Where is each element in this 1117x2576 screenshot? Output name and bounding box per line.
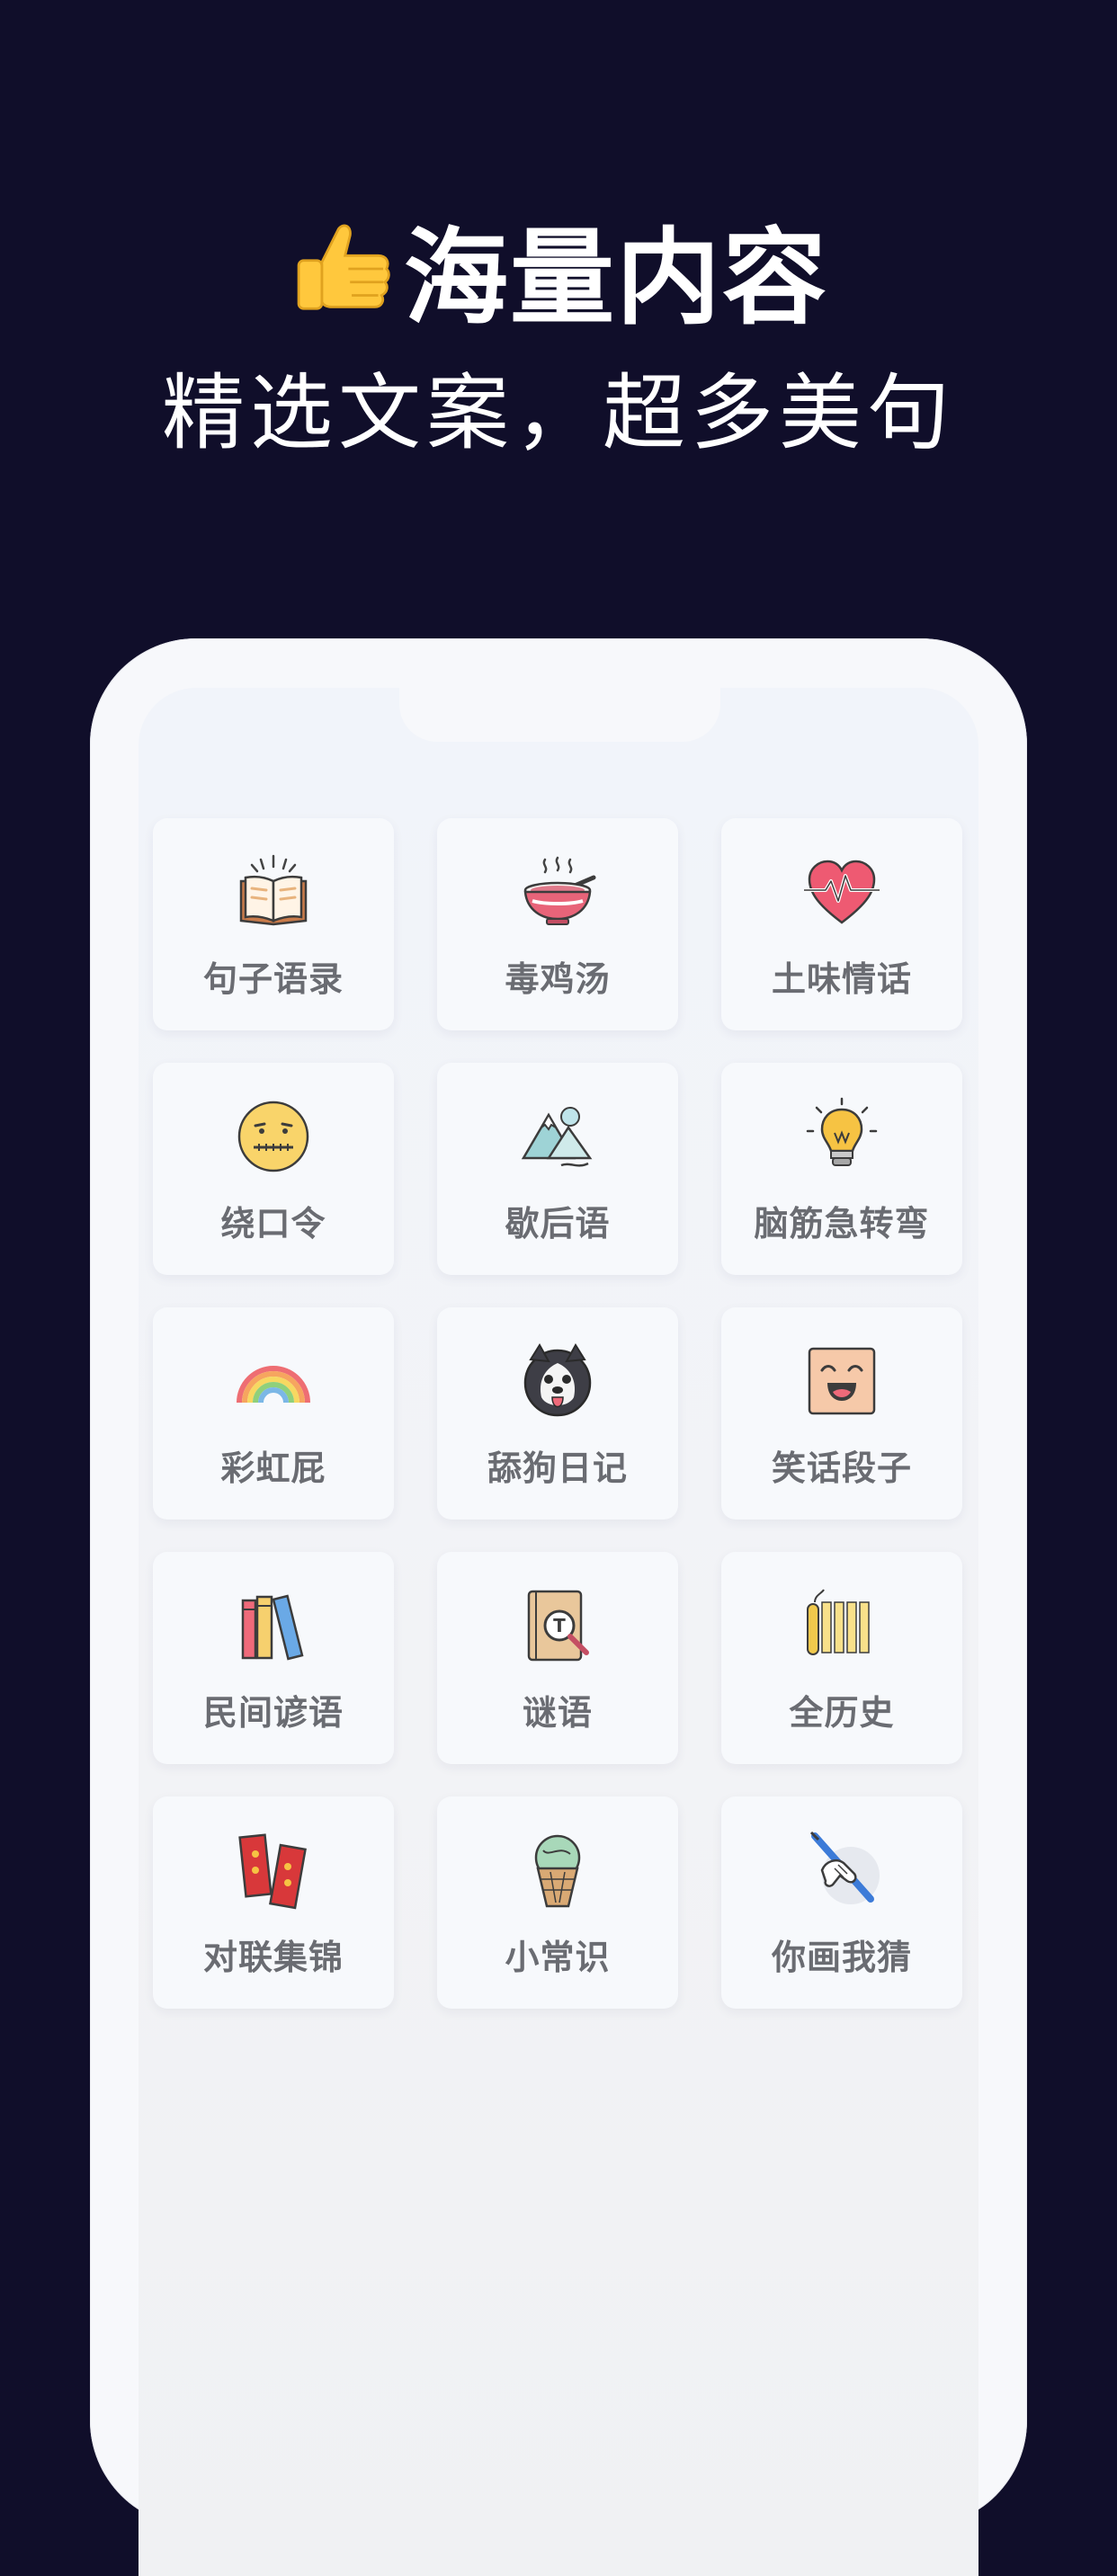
ice-cream-icon: [518, 1831, 597, 1910]
mountain-icon: [518, 1097, 597, 1176]
bamboo-scroll-icon: [802, 1586, 881, 1665]
thumbs-up-icon: [289, 216, 395, 322]
category-label: 你画我猜: [771, 1938, 912, 1977]
category-label: 彩虹屁: [220, 1448, 326, 1488]
category-label: 脑筋急转弯: [754, 1204, 930, 1243]
category-card-poison-soup[interactable]: 毒鸡汤: [437, 818, 678, 1030]
category-card-sentences[interactable]: 句子语录: [153, 818, 394, 1030]
phone-mockup: 句子语录 毒鸡汤 土味情话 绕口令 歇后语 脑筋急转弯 彩虹屁 舔狗日记 笑话段…: [90, 638, 1027, 2576]
category-card-xiehouyu[interactable]: 歇后语: [437, 1063, 678, 1275]
page-title: 海量内容: [404, 218, 828, 339]
category-label: 全历史: [789, 1693, 895, 1733]
category-label: 舔狗日记: [487, 1448, 628, 1488]
lightbulb-icon: [802, 1097, 881, 1176]
category-card-proverbs[interactable]: 民间谚语: [153, 1552, 394, 1764]
category-card-jokes[interactable]: 笑话段子: [721, 1307, 962, 1520]
heartbeat-icon: [802, 852, 881, 931]
magnifier-book-icon: T: [518, 1586, 597, 1665]
phone-notch: [399, 688, 720, 742]
category-card-brain-teaser[interactable]: 脑筋急转弯: [721, 1063, 962, 1275]
category-card-history[interactable]: 全历史: [721, 1552, 962, 1764]
category-label: 土味情话: [771, 959, 912, 999]
couplet-scrolls-icon: [234, 1831, 313, 1910]
category-card-common-sense[interactable]: 小常识: [437, 1796, 678, 2009]
category-card-simp-diary[interactable]: 舔狗日记: [437, 1307, 678, 1520]
drawing-hand-icon: [802, 1831, 881, 1910]
category-label: 民间谚语: [202, 1693, 344, 1733]
rainbow-icon: [234, 1341, 313, 1421]
books-icon: [234, 1586, 313, 1665]
category-label: 句子语录: [202, 959, 344, 999]
svg-text:T: T: [553, 1615, 566, 1636]
smiling-square-face-icon: [802, 1341, 881, 1421]
category-label: 对联集锦: [202, 1938, 344, 1977]
page-subtitle: 精选文案，超多美句: [161, 365, 955, 461]
soup-bowl-icon: [518, 852, 597, 931]
category-card-draw-guess[interactable]: 你画我猜: [721, 1796, 962, 2009]
category-label: 毒鸡汤: [505, 959, 611, 999]
category-label: 歇后语: [505, 1204, 611, 1243]
category-label: 谜语: [522, 1693, 593, 1733]
category-card-love-words[interactable]: 土味情话: [721, 818, 962, 1030]
category-card-riddles[interactable]: T 谜语: [437, 1552, 678, 1764]
zipper-mouth-face-icon: [234, 1097, 313, 1176]
category-card-rainbow-fart[interactable]: 彩虹屁: [153, 1307, 394, 1520]
open-book-icon: [234, 852, 313, 931]
category-label: 笑话段子: [771, 1448, 912, 1488]
headline: 海量内容: [0, 193, 1117, 344]
category-label: 小常识: [505, 1938, 611, 1977]
category-card-couplets[interactable]: 对联集锦: [153, 1796, 394, 2009]
phone-screen: 句子语录 毒鸡汤 土味情话 绕口令 歇后语 脑筋急转弯 彩虹屁 舔狗日记 笑话段…: [139, 688, 978, 2576]
category-card-tongue-twister[interactable]: 绕口令: [153, 1063, 394, 1275]
husky-dog-icon: [518, 1341, 597, 1421]
category-label: 绕口令: [220, 1204, 326, 1243]
